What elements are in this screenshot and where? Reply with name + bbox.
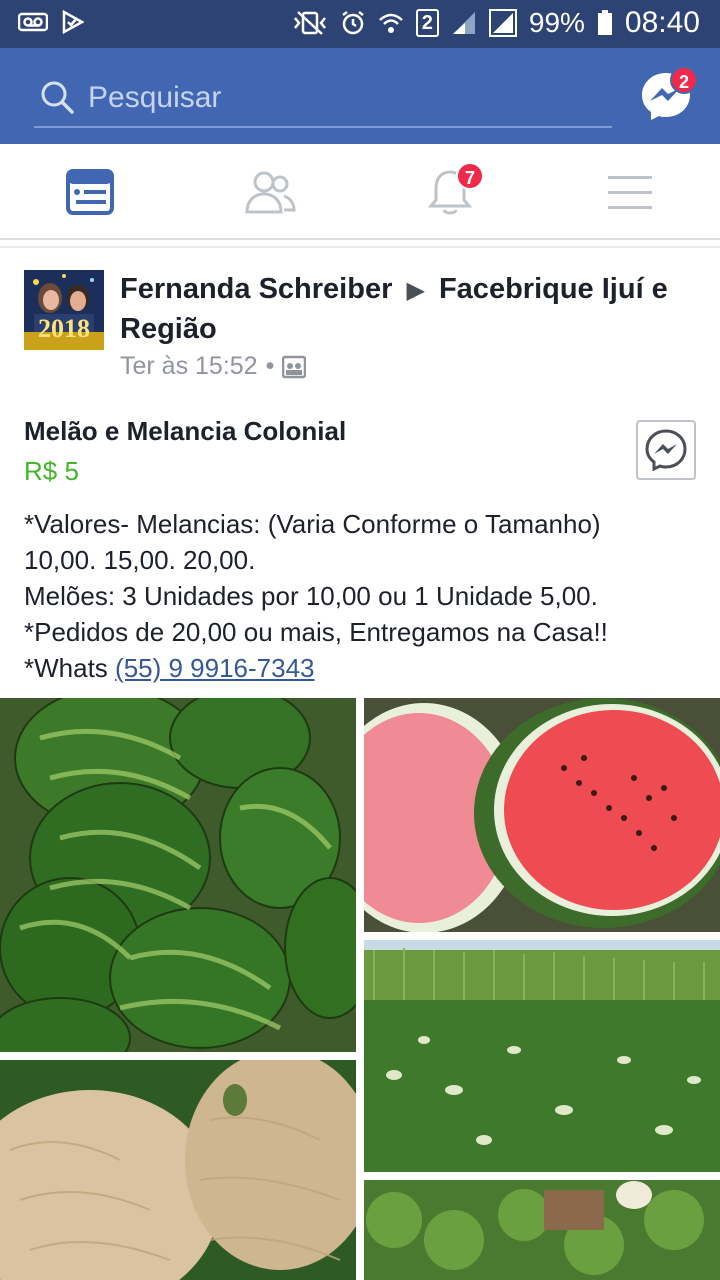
voicemail-icon (18, 12, 48, 32)
photo-melons[interactable] (0, 1060, 356, 1280)
phone-link[interactable]: (55) 9 9916-7343 (115, 653, 314, 683)
item-title: Melão e Melancia Colonial (24, 416, 347, 446)
tab-news-feed[interactable] (0, 144, 180, 240)
arrow-icon: ▶ (406, 277, 425, 304)
avatar-year-text: 2018 (38, 314, 90, 343)
avatar[interactable]: 2018 (24, 270, 104, 350)
news-feed-icon (66, 169, 114, 215)
item-price: R$ 5 (24, 456, 79, 486)
tab-menu[interactable] (540, 144, 720, 240)
description-line: *Pedidos de 20,00 ou mais, Entregamos na… (24, 617, 608, 647)
app-header (0, 48, 720, 144)
divider (0, 246, 720, 248)
search-bar[interactable] (34, 70, 612, 128)
friends-icon (245, 171, 296, 214)
tab-bar (0, 144, 720, 240)
description-line: *Whats (55) 9 9916-7343 (24, 650, 714, 686)
tab-notifications[interactable] (360, 144, 540, 240)
messenger-badge: 2 (670, 66, 698, 94)
photo-cut-watermelon[interactable] (364, 698, 720, 932)
vibrate-icon (293, 11, 326, 35)
battery-icon (597, 10, 612, 35)
photo-melon-plants[interactable] (364, 1180, 720, 1280)
description-line: *Valores- Melancias: (Varia Conforme o T… (24, 509, 601, 539)
search-icon (41, 81, 74, 114)
meta-dot: • (265, 352, 275, 380)
description-line: 10,00. 15,00. 20,00. (24, 545, 256, 575)
status-bar: 2 99% 08:40 (0, 0, 720, 48)
signal-icon (452, 12, 475, 34)
messenger-outline-icon (645, 429, 687, 471)
clock: 08:40 (624, 6, 700, 39)
wifi-icon (378, 13, 403, 33)
tab-friends[interactable] (180, 144, 360, 240)
message-seller-button[interactable] (636, 420, 696, 480)
signal-icon-2 (488, 9, 517, 37)
menu-icon (608, 176, 652, 209)
whats-prefix: *Whats (24, 653, 116, 683)
post-meta: Ter às 15:52 • (120, 352, 307, 381)
group-audience-icon (282, 355, 307, 378)
post-description: *Valores- Melancias: (Varia Conforme o T… (24, 506, 714, 686)
alarm-icon (342, 11, 364, 35)
post-timestamp[interactable]: Ter às 15:52 (120, 352, 258, 381)
search-input[interactable] (88, 76, 588, 120)
sim-indicator: 2 (415, 9, 439, 37)
author-name[interactable]: Fernanda Schreiber (120, 273, 392, 305)
battery-percent: 99% (528, 7, 585, 38)
post-author-line: Fernanda Schreiber ▶ Facebrique Ijuí e R… (120, 270, 710, 348)
photo-watermelons[interactable] (0, 698, 356, 1052)
notifications-badge: 7 (456, 162, 484, 190)
description-line: Melões: 3 Unidades por 10,00 ou 1 Unidad… (24, 581, 598, 611)
task-check-icon (62, 10, 84, 34)
photo-watermelon-field[interactable] (364, 940, 720, 1172)
